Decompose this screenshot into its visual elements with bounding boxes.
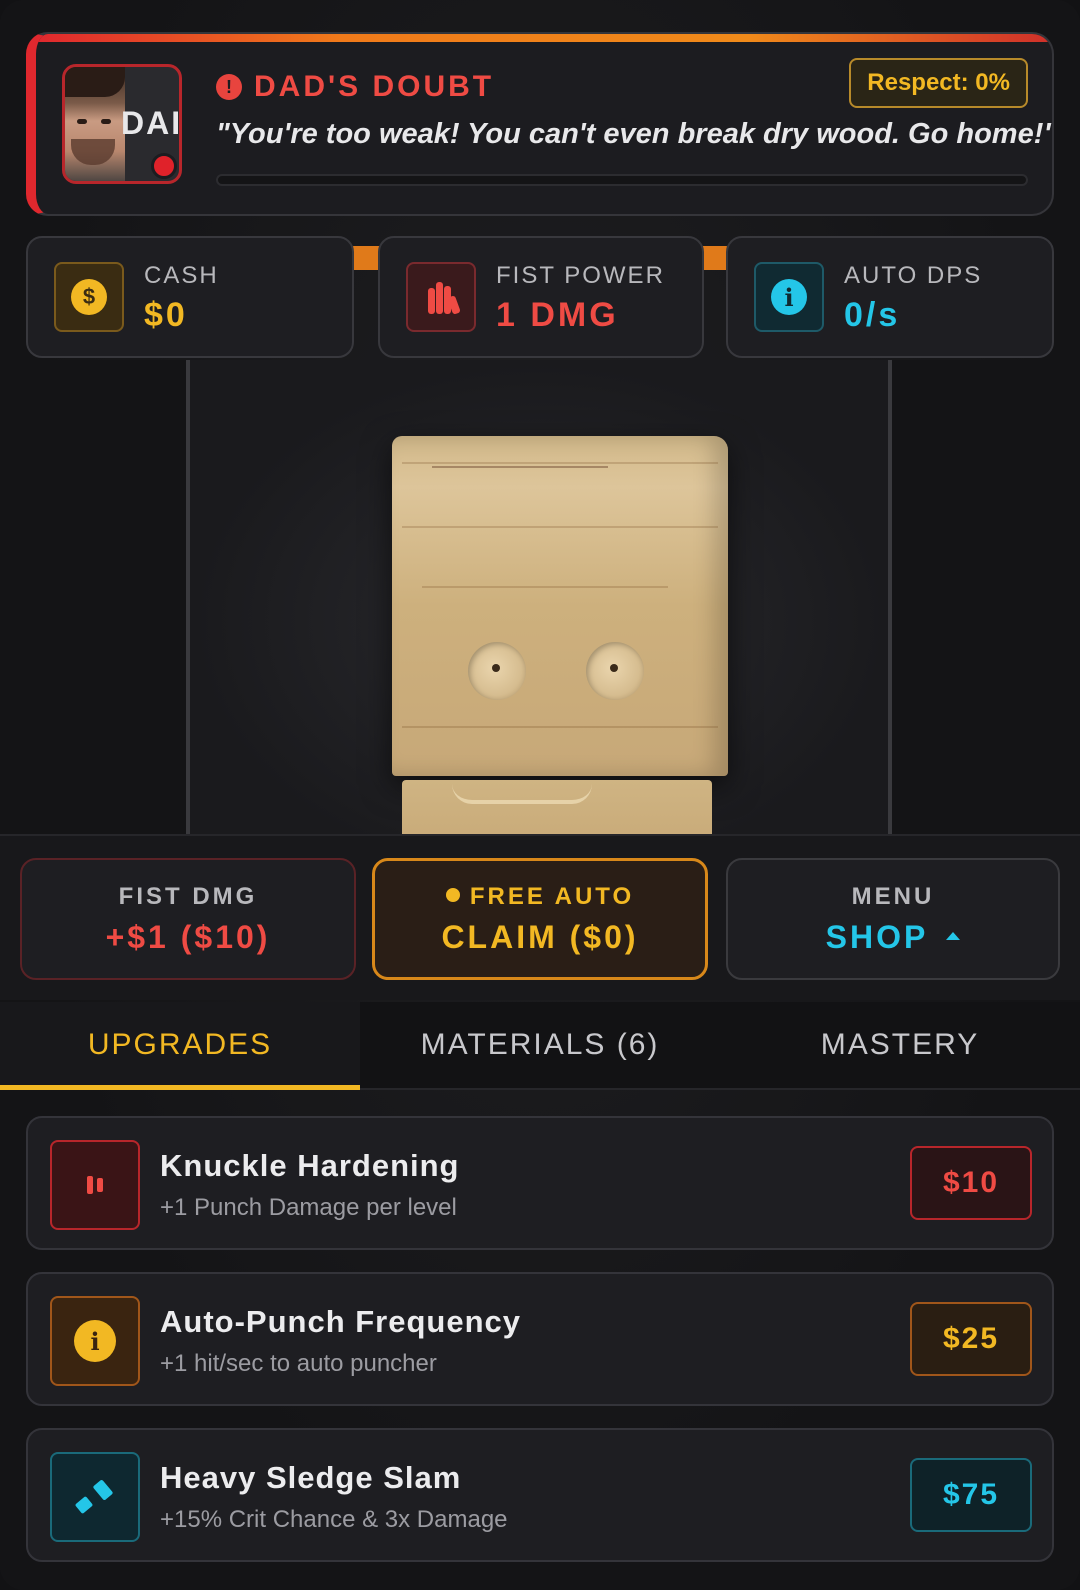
upgrade-buy-button[interactable]: $75 (910, 1458, 1032, 1532)
upgrade-buy-button[interactable]: $25 (910, 1302, 1032, 1376)
fist-power-stat-card: FIST POWER 1 DMG (378, 236, 704, 358)
arena-post-right (888, 360, 892, 834)
fist-dmg-button[interactable]: FIST DMG +$1 ($10) (20, 858, 356, 980)
respect-progress-bar (216, 174, 1028, 186)
tab-upgrades[interactable]: UPGRADES (0, 1002, 360, 1090)
wood-mouth (452, 784, 592, 804)
alert-icon: ! (216, 74, 242, 100)
upgrade-desc: +1 Punch Damage per level (160, 1194, 457, 1221)
fist-icon (50, 1140, 140, 1230)
respect-badge: Respect: 0% (849, 58, 1028, 108)
auto-dps-label: AUTO DPS (844, 262, 983, 289)
dad-quote: "You're too weak! You can't even break d… (216, 118, 1054, 150)
status-dot (151, 153, 177, 179)
claim-label-row: FREE AUTO (445, 882, 635, 911)
upgrade-buy-button[interactable]: $10 (910, 1146, 1032, 1220)
upgrade-name: Knuckle Hardening (160, 1148, 460, 1183)
fist-power-label: FIST POWER (496, 262, 665, 289)
wood-eye-left (468, 642, 526, 700)
upgrade-knuckle-hardening[interactable]: Knuckle Hardening +1 Punch Damage per le… (26, 1116, 1054, 1250)
avatar-name-text: DAI (121, 105, 182, 141)
upgrade-desc: +1 hit/sec to auto puncher (160, 1350, 437, 1377)
auto-dps-stat-card: i AUTO DPS 0/s (726, 236, 1054, 358)
menu-shop-button[interactable]: MENU SHOP (726, 858, 1060, 980)
claim-dot-icon (445, 888, 460, 903)
fist-power-value: 1 DMG (496, 296, 619, 334)
cash-label: CASH (144, 262, 219, 289)
info-icon: i (50, 1296, 140, 1386)
dad-avatar: DAI (62, 64, 182, 184)
upgrade-heavy-sledge-slam[interactable]: Heavy Sledge Slam +15% Crit Chance & 3x … (26, 1428, 1054, 1562)
claim-auto-button[interactable]: FREE AUTO CLAIM ($0) (372, 858, 708, 980)
dad-face-image (65, 67, 125, 181)
dad-title-row: ! DAD'S DOUBT (216, 70, 494, 104)
dad-doubt-banner: DAI ! DAD'S DOUBT Respect: 0% "You're to… (26, 32, 1054, 216)
chevron-up-icon (946, 932, 961, 941)
upgrade-name: Heavy Sledge Slam (160, 1460, 462, 1495)
shop-tabs: UPGRADES MATERIALS (6) MASTERY (0, 1002, 1080, 1090)
wood-eye-right (586, 642, 644, 700)
auto-dps-value: 0/s (844, 296, 901, 334)
wood-block-base[interactable] (402, 780, 712, 840)
info-icon: i (754, 262, 824, 332)
fist-dmg-price: +$1 ($10) (105, 918, 271, 955)
arena-post-left (186, 360, 190, 834)
upgrade-name: Auto-Punch Frequency (160, 1304, 522, 1339)
action-bar: FIST DMG +$1 ($10) FREE AUTO CLAIM ($0) … (0, 834, 1080, 1000)
shop-label-row: SHOP (826, 919, 961, 956)
banner-glow (36, 34, 1052, 42)
wood-block-target[interactable] (392, 436, 728, 840)
cash-stat-card: $ CASH $0 (26, 236, 354, 358)
tab-mastery[interactable]: MASTERY (720, 1002, 1080, 1088)
dad-title: DAD'S DOUBT (254, 70, 495, 103)
upgrade-desc: +15% Crit Chance & 3x Damage (160, 1506, 508, 1533)
cash-value: $0 (144, 296, 188, 334)
claim-label: FREE AUTO (469, 882, 635, 910)
menu-label: MENU (851, 882, 935, 910)
tab-materials[interactable]: MATERIALS (6) (360, 1002, 720, 1088)
fist-dmg-label: FIST DMG (118, 882, 258, 910)
upgrade-auto-punch-frequency[interactable]: i Auto-Punch Frequency +1 hit/sec to aut… (26, 1272, 1054, 1406)
dollar-coin-icon: $ (54, 262, 124, 332)
shop-label: SHOP (825, 918, 929, 955)
fist-icon (406, 262, 476, 332)
game-screen: DAI ! DAD'S DOUBT Respect: 0% "You're to… (0, 0, 1080, 1590)
claim-amount: CLAIM ($0) (441, 918, 639, 955)
hammer-icon (50, 1452, 140, 1542)
wood-block-head[interactable] (392, 436, 728, 776)
